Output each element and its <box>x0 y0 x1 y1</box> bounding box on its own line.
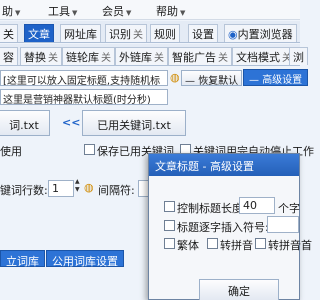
default-title-input[interactable]: 这里是营销神器默认标题(时分秒) <box>0 89 168 105</box>
title-file-button[interactable]: 词.txt <box>0 110 50 136</box>
tab-replace[interactable]: 替换关 <box>20 47 62 65</box>
tab-close[interactable]: 关 <box>133 30 143 41</box>
info-icon: ◍ <box>170 71 180 84</box>
pinyin-first-label: 转拼音首 <box>268 239 312 252</box>
tab-close[interactable]: 关 <box>101 53 111 64</box>
pinyin-checkbox[interactable] <box>207 238 218 249</box>
menu-help-partial[interactable]: 助 ▼ <box>2 3 20 19</box>
traditional-checkbox[interactable] <box>164 238 175 249</box>
pinyin-first-checkbox[interactable] <box>255 238 266 249</box>
tab-external-links[interactable]: 外链库关 <box>115 47 168 65</box>
symbol-input[interactable] <box>267 216 299 233</box>
tab-browser-partial[interactable]: 浏 <box>289 47 308 65</box>
globe-icon: ◉ <box>228 28 238 41</box>
tab-row-primary: 关 文章 网址库 识别关 规则 设置 ◉内置浏览器 <box>0 21 300 43</box>
chevron-down-icon: ▼ <box>180 9 186 17</box>
tab-content-partial[interactable]: 容 <box>0 47 18 65</box>
menu-bar: 助 ▼ 工具 ▼ 会员 ▼ 帮助 ▼ <box>0 0 300 20</box>
use-label: 使用 <box>0 145 22 158</box>
tab-article[interactable]: 文章 <box>24 24 54 42</box>
chevron-down-icon: ▼ <box>126 9 132 17</box>
keyword-lines-input[interactable]: 1 <box>48 180 74 197</box>
info-icon: ◍ <box>84 181 94 194</box>
dialog-title[interactable]: 文章标题 - 高级设置 <box>149 154 299 176</box>
menu-tools[interactable]: 工具 ▼ <box>48 3 77 19</box>
spinner-arrows-icon[interactable]: ▲ ▼ <box>75 178 80 194</box>
restore-default-button[interactable]: — 恢复默认 <box>181 70 243 87</box>
insert-symbol-label: 标题逐字插入符号: <box>177 221 269 234</box>
tab-rules[interactable]: 规则 <box>150 24 180 42</box>
interval-label: 间隔符: <box>98 184 135 197</box>
keyword-lines-label: 键词行数: <box>0 184 48 197</box>
keyword-file-button[interactable]: 已用关键词.txt <box>82 110 186 136</box>
tab-settings[interactable]: 设置 <box>188 24 218 42</box>
menu-help[interactable]: 帮助 ▼ <box>156 3 185 19</box>
length-unit-label: 个字 <box>278 202 300 215</box>
tab-close[interactable]: 关 <box>218 53 228 64</box>
menu-member[interactable]: 会员 ▼ <box>102 3 131 19</box>
tab-url-library[interactable]: 网址库 <box>60 24 101 42</box>
tab-builtin-browser[interactable]: ◉内置浏览器 <box>224 24 297 42</box>
ok-button[interactable]: 确定 <box>199 279 279 300</box>
chevron-down-icon: ▼ <box>15 9 21 17</box>
tab-close[interactable]: 关 <box>48 53 58 64</box>
tab-recognize[interactable]: 识别关 <box>105 24 147 42</box>
pinyin-label: 转拼音 <box>220 239 253 252</box>
tab-partial[interactable]: 关 <box>0 24 18 42</box>
control-length-checkbox[interactable] <box>164 201 175 212</box>
save-used-keywords-checkbox[interactable] <box>84 144 95 155</box>
private-library-button[interactable]: 立词库 <box>0 250 45 268</box>
title-rule-input[interactable]: [这里可以放入固定标题,支持随机标签] <box>0 70 168 86</box>
tab-close[interactable]: 关 <box>154 53 164 64</box>
control-length-label: 控制标题长度: <box>177 202 247 215</box>
traditional-label: 繁体 <box>177 239 199 252</box>
tab-link-wheel[interactable]: 链轮库关 <box>62 47 115 65</box>
title-length-input[interactable]: 40 <box>239 197 275 214</box>
advanced-settings-button[interactable]: — 高级设置 <box>243 69 309 86</box>
tab-row-secondary: 容 替换关 链轮库关 外链库关 智能广告关 文档模式关 浏 <box>0 44 308 66</box>
tab-smart-ads[interactable]: 智能广告关 <box>168 47 232 65</box>
chevron-down-icon: ▼ <box>72 9 78 17</box>
tab-document-mode[interactable]: 文档模式关 <box>232 47 296 65</box>
arrow-left-icon[interactable]: << <box>62 116 80 129</box>
public-library-settings-button[interactable]: 公用词库设置 <box>46 250 124 268</box>
insert-symbol-checkbox[interactable] <box>164 220 175 231</box>
advanced-settings-dialog: 文章标题 - 高级设置 控制标题长度: 40 个字 标题逐字插入符号: 繁体 转… <box>148 153 312 300</box>
